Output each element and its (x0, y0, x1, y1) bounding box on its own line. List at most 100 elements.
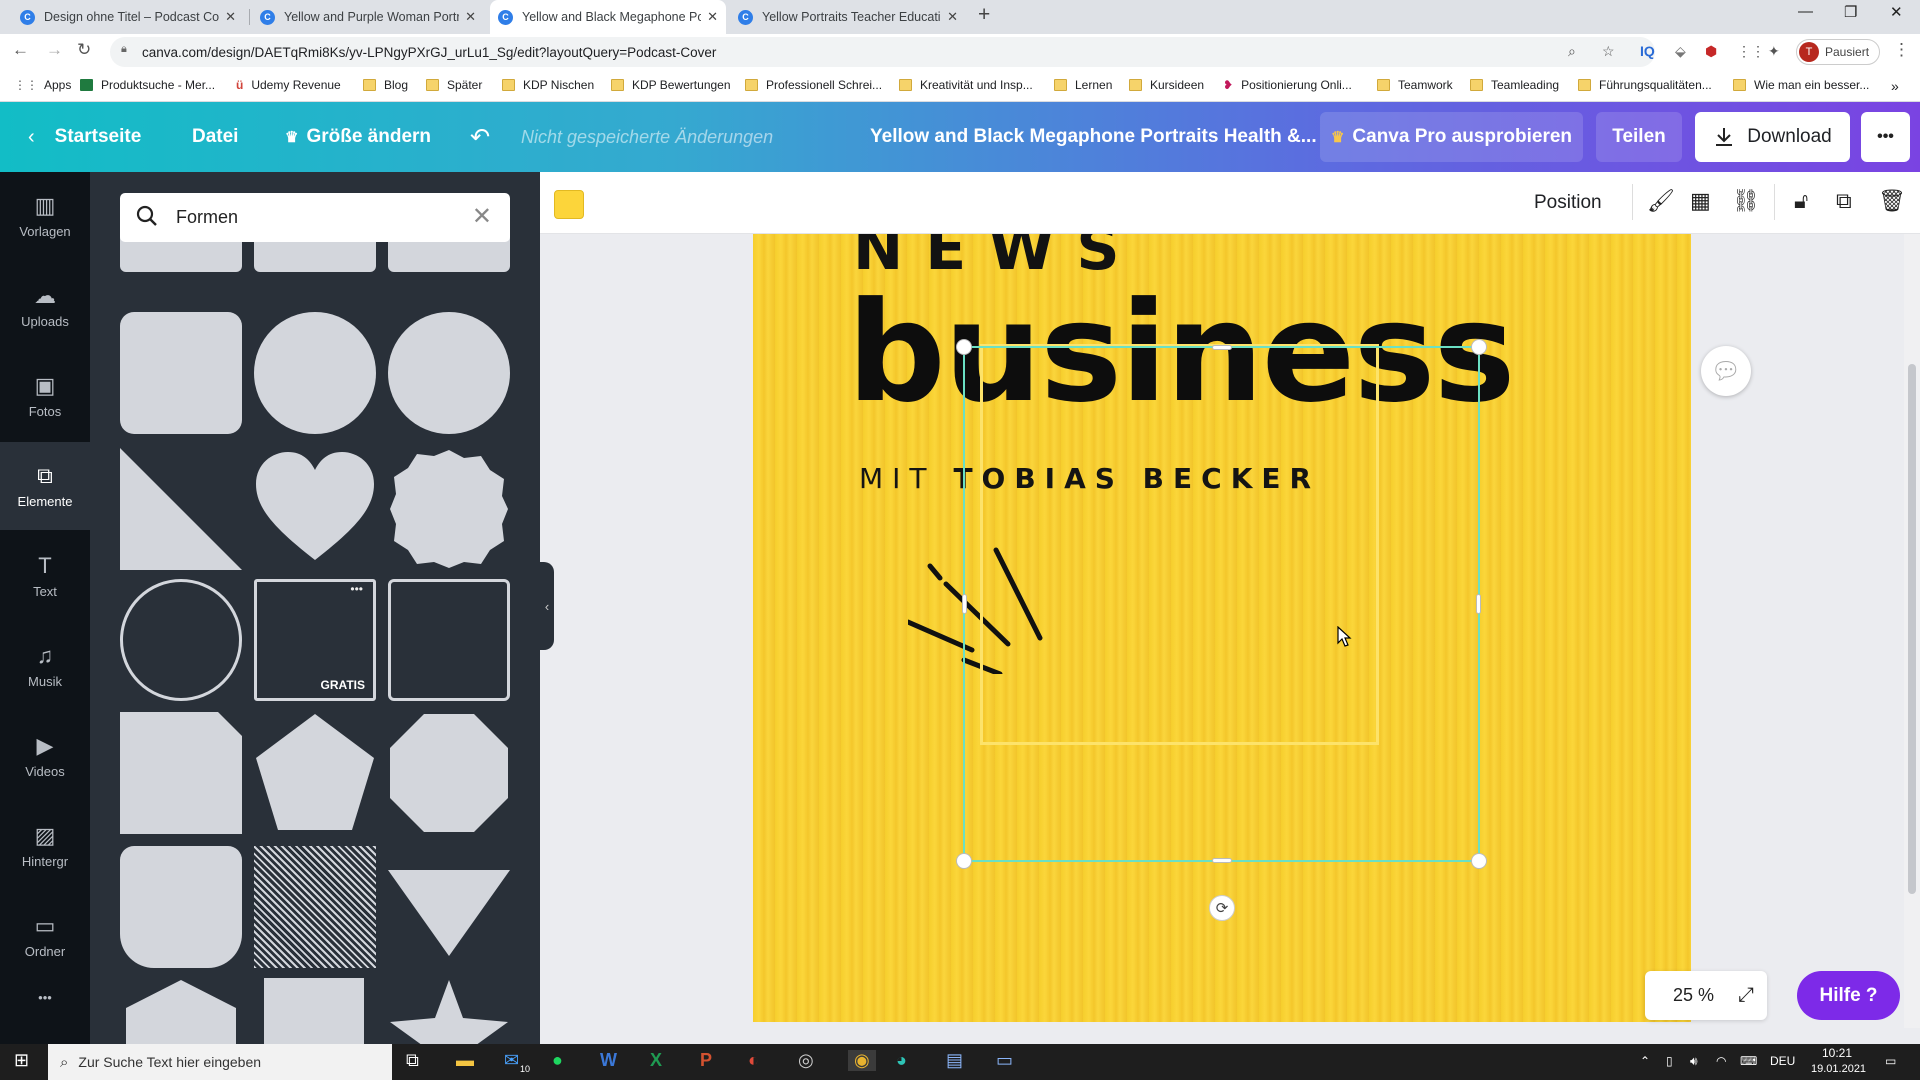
bookmark-item[interactable]: KDP Bewertungen (611, 78, 731, 92)
search-query[interactable]: Formen (176, 207, 238, 228)
more-dots-icon[interactable]: ••• (350, 582, 363, 596)
back-icon[interactable]: ← (12, 40, 29, 60)
bookmark-item[interactable]: Lernen (1054, 78, 1112, 92)
close-tab-icon[interactable]: ✕ (707, 9, 718, 25)
shape-star[interactable] (388, 978, 510, 1044)
shape-search-input[interactable]: Formen ✕ (120, 193, 510, 242)
forward-icon[interactable]: → (46, 40, 63, 60)
resize-handle-n[interactable] (1212, 345, 1232, 350)
bookmark-item[interactable]: Teamwork (1377, 78, 1453, 92)
shape-circle-outline[interactable] (120, 579, 242, 701)
wifi-icon[interactable]: ◠ (1716, 1054, 1726, 1068)
taskbar-search[interactable]: ⌕ Zur Suche Text hier eingeben (48, 1044, 392, 1080)
position-button[interactable]: Position (1534, 192, 1602, 214)
resize-handle-se[interactable] (1471, 853, 1487, 869)
app-window-icon[interactable]: ▭ (996, 1050, 1013, 1071)
chrome-menu-icon[interactable]: ⋮ (1893, 40, 1910, 60)
extension-icon[interactable]: ⬙ (1675, 43, 1686, 60)
bookmark-item[interactable]: Führungsqualitäten... (1578, 78, 1712, 92)
file-explorer-icon[interactable]: ▬ (456, 1050, 474, 1071)
browser-tab[interactable]: C Yellow and Purple Woman Portra ✕ (252, 0, 484, 34)
file-menu-button[interactable]: Datei (192, 102, 238, 172)
shape-triangle-right[interactable] (120, 448, 242, 570)
shape-circle-shadow[interactable] (388, 312, 510, 434)
clear-search-icon[interactable]: ✕ (472, 202, 492, 231)
try-canva-pro-button[interactable]: ♛ Canva Pro ausprobieren (1320, 112, 1583, 162)
iq-extension-icon[interactable]: IQ (1640, 43, 1655, 59)
shape-hatched-square[interactable] (254, 846, 376, 968)
design-title[interactable]: Yellow and Black Megaphone Portraits Hea… (870, 102, 1317, 172)
trash-icon[interactable]: 🗑︎ (1878, 188, 1906, 214)
link-icon[interactable]: ⛓︎ (1732, 188, 1760, 214)
browser-tab[interactable]: C Yellow Portraits Teacher Educatio ✕ (730, 0, 966, 34)
volume-icon[interactable]: 🔊︎ (1690, 1054, 1698, 1069)
obs-icon[interactable]: ◎ (798, 1050, 814, 1071)
paint-roller-icon[interactable]: 🖌︎ (1647, 188, 1675, 214)
task-view-icon[interactable]: ⧉ (406, 1050, 419, 1071)
tray-app-icon[interactable]: ▯ (1666, 1054, 1673, 1068)
reload-icon[interactable]: ↻ (77, 40, 91, 60)
powerpoint-icon[interactable]: P (700, 1050, 712, 1071)
minimize-icon[interactable]: — (1798, 3, 1813, 20)
rail-item-folder[interactable]: ▭ Ordner (0, 892, 90, 980)
chrome-icon[interactable]: ◉ (848, 1050, 876, 1071)
shape-heart[interactable] (254, 448, 376, 570)
mail-icon[interactable]: ✉ (504, 1050, 519, 1071)
undo-icon[interactable]: ↶ (470, 102, 490, 172)
vertical-scrollbar[interactable] (1904, 234, 1920, 1028)
shape-triangle-down[interactable] (388, 862, 510, 962)
app-window-icon[interactable]: ▤ (946, 1050, 963, 1071)
rail-item-templates[interactable]: ▥ Vorlagen (0, 172, 90, 260)
duplicate-icon[interactable]: ⧉ (1836, 188, 1852, 214)
shape-house[interactable] (126, 978, 236, 1044)
keyboard-icon[interactable]: ⌨ (1740, 1054, 1757, 1068)
resize-handle-s[interactable] (1212, 858, 1232, 863)
puzzle-icon[interactable]: ✦ (1768, 43, 1780, 60)
windows-start-icon[interactable]: ⊞ (14, 1050, 29, 1071)
url-text[interactable]: canva.com/design/DAETqRmi8Ks/yv-LPNgyPXr… (142, 45, 716, 60)
edge-icon[interactable]: ◕ (896, 1050, 907, 1071)
shape-pentagon[interactable] (254, 712, 376, 834)
zoom-icon[interactable]: ⌕ (1568, 43, 1576, 60)
scrollbar-thumb[interactable] (1908, 364, 1916, 894)
rail-item-videos[interactable]: ▶ Videos (0, 712, 90, 800)
rail-item-background[interactable]: ▨ Hintergr (0, 802, 90, 890)
shape-rounded-square-outline[interactable] (388, 579, 510, 701)
fullscreen-icon[interactable]: ⤢ (1738, 984, 1754, 1007)
star-icon[interactable]: ☆ (1602, 43, 1615, 60)
close-tab-icon[interactable]: ✕ (947, 9, 958, 25)
clock-time[interactable]: 10:21 (1822, 1046, 1852, 1060)
resize-handle-ne[interactable] (1471, 339, 1487, 355)
resize-handle-e[interactable] (1476, 594, 1481, 614)
bookmark-item[interactable]: Teamleading (1470, 78, 1559, 92)
excel-icon[interactable]: X (650, 1050, 662, 1071)
help-button[interactable]: Hilfe ? (1797, 971, 1900, 1020)
collapse-panel-handle[interactable]: ‹ (540, 562, 554, 650)
browser-tab-active[interactable]: C Yellow and Black Megaphone Po ✕ (490, 0, 726, 34)
lock-icon[interactable]: 🔓︎ (1794, 188, 1808, 214)
bookmark-item[interactable]: KDP Nischen (502, 78, 594, 92)
close-tab-icon[interactable]: ✕ (225, 9, 236, 25)
notification-icon[interactable]: ▭ (1885, 1054, 1896, 1068)
resize-handle-nw[interactable] (956, 339, 972, 355)
address-bar[interactable]: 🔒︎ canva.com/design/DAETqRmi8Ks/yv-LPNgy… (110, 37, 1655, 67)
rail-item-photos[interactable]: ▣ Fotos (0, 352, 90, 440)
close-window-icon[interactable]: ✕ (1890, 3, 1903, 21)
rail-item-text[interactable]: T Text (0, 532, 90, 620)
zoom-level[interactable]: 25 % (1673, 985, 1714, 1006)
color-picker-swatch[interactable] (554, 190, 584, 219)
shape-badge[interactable] (388, 448, 510, 570)
download-button[interactable]: Download (1695, 112, 1850, 162)
word-icon[interactable]: W (600, 1050, 617, 1071)
more-bookmarks-icon[interactable]: » (1891, 78, 1899, 94)
resize-button[interactable]: ♛ Größe ändern (285, 102, 431, 172)
rotate-handle-icon[interactable]: ⟳ (1209, 895, 1235, 921)
clock-date[interactable]: 19.01.2021 (1811, 1063, 1866, 1075)
grid-extension-icon[interactable]: ⋮⋮ (1737, 43, 1765, 60)
selected-frame[interactable] (956, 339, 1487, 869)
home-button[interactable]: ‹ Startseite (28, 102, 141, 172)
adblock-icon[interactable]: ⬢ (1705, 43, 1717, 60)
spotify-icon[interactable]: ● (552, 1050, 563, 1071)
resize-handle-sw[interactable] (956, 853, 972, 869)
language-indicator[interactable]: DEU (1770, 1054, 1795, 1068)
